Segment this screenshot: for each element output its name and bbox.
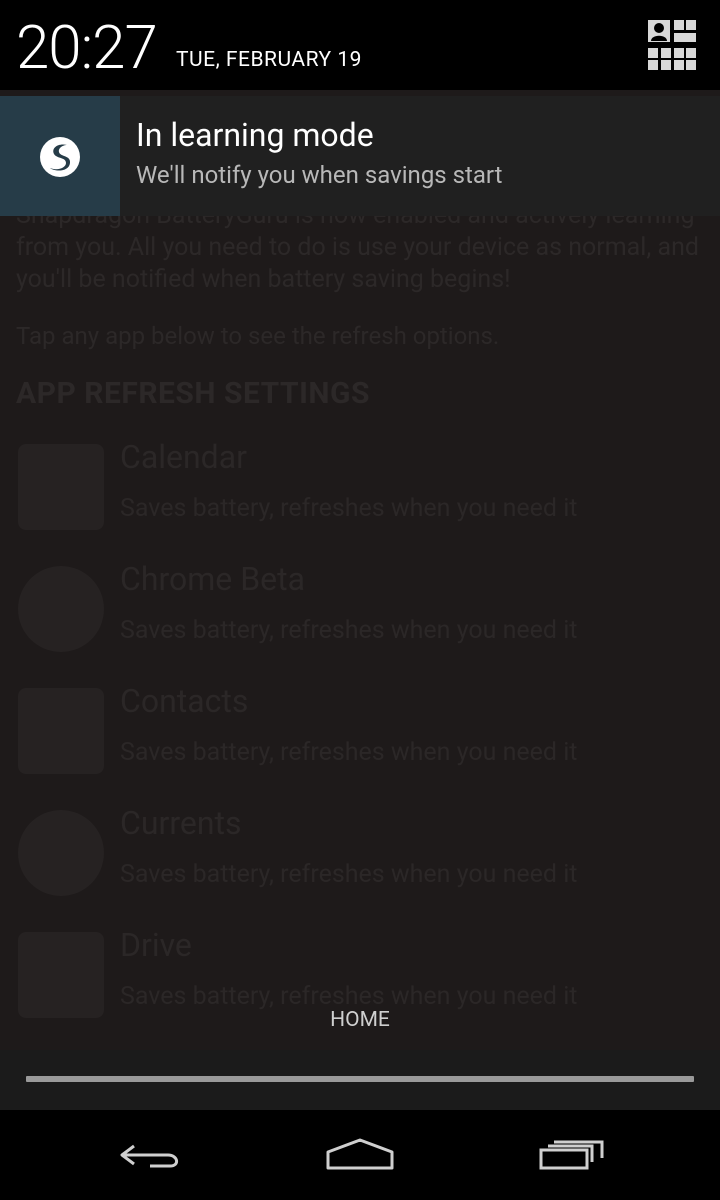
navigation-bar	[0, 1110, 720, 1200]
recents-icon	[539, 1140, 604, 1170]
currents-icon	[18, 810, 104, 896]
app-name: Currents	[120, 804, 242, 842]
app-row-chrome-beta: Chrome Beta Saves battery, refreshes whe…	[0, 552, 720, 672]
back-button[interactable]	[104, 1130, 194, 1180]
snapdragon-battery-guru-icon	[40, 137, 80, 177]
contacts-icon	[18, 688, 104, 774]
app-desc: Saves battery, refreshes when you need i…	[120, 616, 578, 645]
back-icon	[120, 1144, 178, 1168]
app-desc: Saves battery, refreshes when you need i…	[120, 860, 578, 889]
home-icon	[326, 1138, 394, 1170]
tap-hint: Tap any app below to see the refresh opt…	[16, 322, 500, 350]
chrome-beta-icon	[18, 566, 104, 652]
clock: 20:27	[16, 12, 158, 83]
app-name: Chrome Beta	[120, 560, 305, 598]
drive-icon	[18, 932, 104, 1018]
app-name: Contacts	[120, 682, 249, 720]
home-button[interactable]	[316, 1130, 406, 1180]
app-name: Calendar	[120, 438, 247, 476]
app-row-contacts: Contacts Saves battery, refreshes when y…	[0, 674, 720, 794]
app-row-calendar: Calendar Saves battery, refreshes when y…	[0, 430, 720, 550]
notification-icon-box	[0, 96, 120, 216]
app-name: Drive	[120, 926, 192, 964]
recents-button[interactable]	[528, 1130, 618, 1180]
calendar-icon	[18, 444, 104, 530]
app-desc: Saves battery, refreshes when you need i…	[120, 738, 578, 767]
home-label: HOME	[330, 1008, 390, 1032]
date: TUE, FEBRUARY 19	[176, 48, 362, 72]
quick-settings-icon[interactable]	[648, 20, 696, 70]
app-desc: Saves battery, refreshes when you need i…	[120, 494, 578, 523]
section-title: APP REFRESH SETTINGS	[16, 376, 370, 411]
notification-shade-header: 20:27 TUE, FEBRUARY 19	[0, 0, 720, 90]
notification-text: We'll notify you when savings start	[136, 161, 503, 189]
notification-card[interactable]: In learning mode We'll notify you when s…	[0, 96, 720, 216]
shade-handle[interactable]	[26, 1076, 694, 1082]
app-row-currents: Currents Saves battery, refreshes when y…	[0, 796, 720, 916]
shade-drag-area[interactable]	[0, 1050, 720, 1110]
app-desc: Saves battery, refreshes when you need i…	[120, 982, 578, 1011]
notification-title: In learning mode	[136, 116, 374, 154]
